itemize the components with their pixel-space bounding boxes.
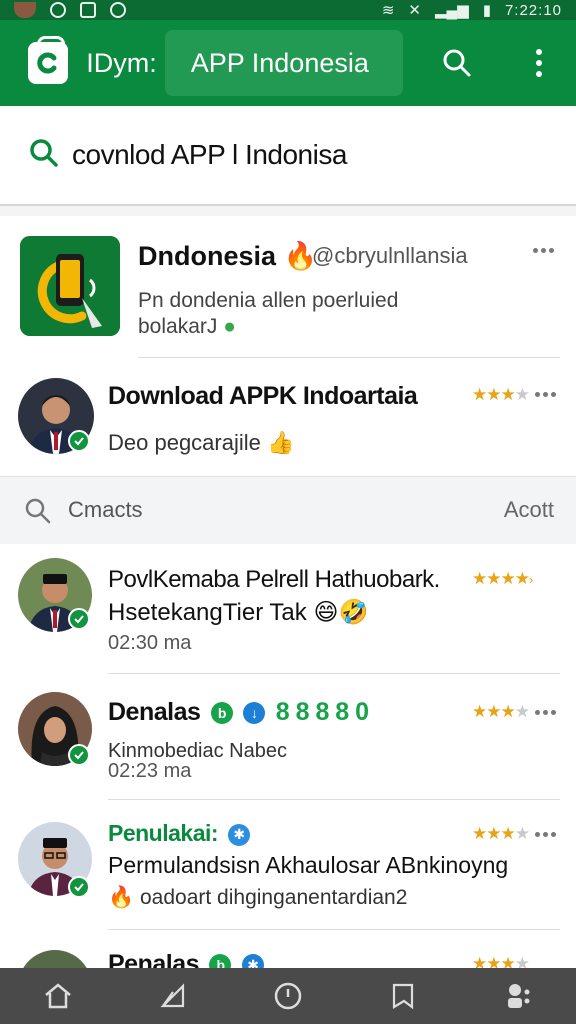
verified-icon [68,876,90,898]
rating-stars: ★★★★ [472,702,530,721]
info-badge-icon: ✱ [241,954,264,968]
rating-stars: ★★★★ [472,385,530,404]
result-subtitle: Deo pegcarajile 👍 [108,430,295,455]
verified-icon [68,430,90,452]
status-avatar-icon [14,2,36,18]
contact-time: 02:30 ma [108,632,192,654]
contact-time: 02:23 ma [108,760,192,782]
result-app-item[interactable]: Dndonesia 🔥 @cbryulnllansia Pn dondenia … [0,216,576,358]
contact-badges: 8 8 8 8 0 [275,698,369,726]
contacts-section-header: Cmacts Acott [0,476,576,544]
mute-icon: ✕ [408,2,421,19]
contact-name: Penalas b ✱ [108,950,264,968]
status-settings-icon [110,2,126,18]
section-label: Cmacts [68,497,143,522]
contact-message: HsetekangTier Tak 😄🤣 [108,599,369,626]
status-time: 7:22:10 [504,1,562,19]
result-download-item[interactable]: Download APPK Indoartaia ★★★★ Deo pegcar… [0,358,576,476]
more-icon[interactable] [535,710,556,715]
search-bar[interactable]: covnlod APP l Indonisa [0,106,576,206]
contact-item[interactable]: Denalas b ↓ 8 8 8 8 0 ★★★★ Kinmobediac N… [0,674,576,800]
profile-icon[interactable] [501,979,535,1013]
rating-stars: ★★★★› [472,569,533,588]
result-title: Download APPK Indoartaia [108,382,418,410]
home-icon[interactable] [41,979,75,1013]
thumbs-up-icon: 👍 [267,430,295,455]
verified-badge-icon: b [209,954,232,968]
search-icon [28,137,60,174]
contact-message: Permulandsisn Akhaulosar ABnkinoyng [108,852,509,878]
search-icon[interactable] [437,43,475,83]
avatar [18,950,92,968]
status-notification-icon [80,2,96,18]
more-icon[interactable] [533,248,554,253]
signal-icon: ▂▄▆ [434,2,469,19]
contact-message-secondary: 🔥 oadoart dihginganentardian2 [108,886,408,909]
verified-badge-icon: b [210,702,233,725]
result-title: Dndonesia 🔥 [138,241,318,271]
status-bar: ≋ ✕ ▂▄▆ ▮ 7:22:10 [0,0,576,20]
bookmark-icon[interactable] [386,979,420,1013]
app-icon [20,236,120,336]
app-title-pill[interactable]: APP Indonesia [164,30,404,96]
share-icon[interactable] [156,979,190,1013]
more-vert-icon[interactable] [520,43,558,83]
contact-item[interactable]: Penalas b ✱ ★★★★ [0,930,576,968]
verified-icon [68,608,90,630]
more-icon[interactable] [535,832,556,837]
divider [0,206,576,216]
contact-item[interactable]: PovlKemaba Pelrell Hathuobark. ★★★★› Hse… [0,544,576,674]
search-badge-icon: ● [223,315,236,338]
info-badge-icon: ↓ [243,702,266,725]
section-action[interactable]: Acott [504,497,554,523]
rating-stars: ★★★★ [472,954,530,968]
verified-badge-icon: ✱ [227,823,250,846]
contact-item[interactable]: Penulakai: ✱ ★★★★ Permulandsisn Akhaulos… [0,800,576,930]
contact-name: PovlKemaba Pelrell Hathuobark. [108,566,440,593]
battery-icon: ▮ [482,2,491,19]
app-logo-icon[interactable] [28,36,69,84]
rating-stars: ★★★★ [472,824,530,843]
bottom-navigation [0,968,576,1024]
laugh-emoji-icon: 😄🤣 [313,599,369,626]
search-input[interactable]: covnlod APP l Indonisa [72,139,347,171]
result-handle: @cbryulnllansia [312,243,468,268]
status-app-icon [50,2,66,18]
contact-name: Denalas b ↓ 8 8 8 8 0 [108,698,369,726]
clock-icon[interactable] [271,979,305,1013]
verified-icon [68,744,90,766]
fire-icon: 🔥 [108,886,135,909]
wifi-icon: ≋ [381,2,395,19]
app-title: IDym: [86,47,157,78]
app-bar: IDym: APP Indonesia [0,20,576,106]
result-description: Pn dondenia allen poerluied bolakarJ ● [138,289,399,338]
contact-name: Penulakai: ✱ [108,820,250,847]
more-icon[interactable] [535,392,556,397]
search-icon[interactable] [24,497,52,530]
